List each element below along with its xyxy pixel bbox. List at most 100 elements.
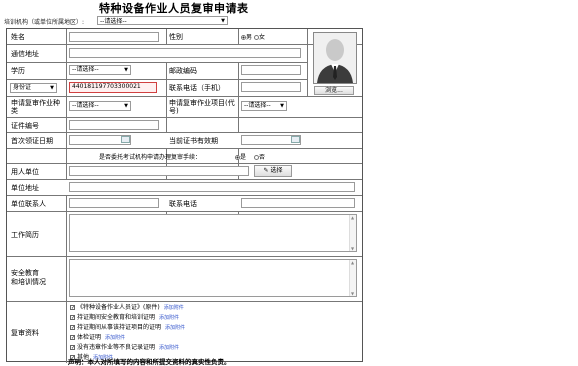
cert-no-label: 证件编号	[11, 122, 39, 130]
photo-placeholder	[313, 32, 357, 84]
education-select[interactable]: --请选择-- ▼	[69, 65, 131, 75]
material-item-5: ✓ 没有违章作业等不良记录证明 添加附件	[70, 343, 185, 353]
employer-input[interactable]	[69, 166, 249, 176]
review-item-label: 申请复审作业项目(代号)	[169, 99, 235, 115]
application-form: 姓名 性别 男 女 通信地址 学历 --请选择-- ▼ 邮政编码 身份证 ▼ 440…	[6, 28, 363, 366]
col-divider	[66, 148, 67, 179]
material-checkbox[interactable]: ✓	[70, 315, 75, 321]
chevron-down-icon: ▼	[280, 103, 284, 109]
row-divider	[7, 211, 362, 212]
work-history-textarea[interactable]	[69, 214, 357, 252]
chevron-down-icon: ▼	[124, 67, 128, 73]
row-divider	[7, 44, 362, 45]
browse-button[interactable]: 浏览...	[314, 86, 354, 95]
gender-radio-group: 男 女	[241, 32, 265, 41]
org-select-value: --请选择--	[100, 18, 127, 25]
entrust-question: 是否委托考试机构申请办理复审手续：	[99, 154, 202, 161]
row-divider	[7, 96, 362, 97]
material-item-4: ✓ 体检证明 添加附件	[70, 333, 185, 343]
row-divider	[7, 301, 362, 302]
calendar-icon[interactable]	[121, 136, 130, 143]
add-attachment-link[interactable]: 添加附件	[165, 325, 185, 331]
id-type-select[interactable]: 身份证 ▼	[10, 83, 57, 93]
add-attachment-link[interactable]: 添加附件	[105, 335, 125, 341]
review-type-value: --请选择--	[72, 102, 99, 109]
phone-label: 联系电话（手机）	[169, 84, 225, 92]
col-divider	[307, 29, 308, 96]
row-divider	[7, 132, 362, 133]
row-divider	[7, 179, 362, 180]
chevron-down-icon: ▼	[124, 103, 128, 109]
material-item-1: ✓ 《特种设备作业人员证》(原件) 添加附件	[70, 303, 185, 313]
edit-icon: ✎	[263, 167, 269, 174]
org-label: 培训机构（或单位所属地区）:	[4, 19, 85, 26]
material-item-2: ✓ 持证期间安全教育和培训证明 添加附件	[70, 313, 185, 323]
material-label: 《特种设备作业人员证》(原件)	[77, 304, 160, 311]
employer-label: 用人单位	[11, 168, 39, 176]
material-checkbox[interactable]: ✓	[70, 335, 75, 341]
safety-textarea[interactable]	[69, 259, 357, 297]
material-item-3: ✓ 持证期间从事该持证项目的证明 添加附件	[70, 323, 185, 333]
col-divider	[66, 195, 67, 363]
org-select[interactable]: --请选择-- ▼	[97, 16, 228, 25]
review-item-select[interactable]: --请选择-- ▼	[241, 101, 287, 111]
first-issue-label: 首次领证日期	[11, 137, 53, 145]
id-number-input[interactable]: 440181197703300021	[69, 82, 157, 93]
col-divider	[66, 29, 67, 148]
postal-label: 邮政编码	[169, 67, 197, 75]
scrollbar[interactable]	[349, 260, 356, 296]
col-divider	[238, 29, 239, 44]
row-divider	[7, 195, 362, 196]
declaration-text: 声明：本人对所填写的内容和所提交资料的真实性负责。	[68, 358, 231, 366]
material-label: 没有违章作业等不良记录证明	[77, 344, 156, 351]
phone-input[interactable]	[241, 82, 301, 92]
material-label: 持证期间从事该持证项目的证明	[77, 324, 162, 331]
scrollbar[interactable]	[349, 215, 356, 251]
col-divider	[166, 29, 167, 44]
materials-list: ✓ 《特种设备作业人员证》(原件) 添加附件 ✓ 持证期间安全教育和培训证明 添加附件 …	[70, 303, 185, 363]
postal-input[interactable]	[241, 65, 301, 75]
col-divider	[238, 62, 239, 132]
materials-label: 复审资料	[11, 329, 39, 337]
safety-label-line2: 和培训情况	[11, 278, 46, 286]
review-type-select[interactable]: --请选择-- ▼	[69, 101, 131, 111]
col-divider	[166, 62, 167, 132]
employer-address-label: 单位地址	[11, 184, 39, 192]
row-divider	[7, 256, 362, 257]
gender-male-label: 男	[246, 34, 253, 41]
work-history-label: 工作简历	[11, 231, 39, 239]
entrust-radio-group: 是 否	[235, 152, 265, 161]
calendar-icon[interactable]	[291, 136, 300, 143]
material-label: 体检证明	[77, 334, 102, 341]
address-input[interactable]	[69, 48, 301, 58]
add-attachment-link[interactable]: 添加附件	[159, 315, 179, 321]
cert-no-input[interactable]	[69, 120, 159, 130]
entrust-no-label: 否	[258, 154, 265, 161]
material-checkbox[interactable]: ✓	[70, 325, 75, 331]
id-type-value: 身份证	[13, 84, 32, 91]
employer-address-input[interactable]	[69, 182, 355, 192]
name-input[interactable]	[69, 32, 159, 42]
material-checkbox[interactable]: ✓	[70, 345, 75, 351]
employer-contact-label: 单位联系人	[11, 200, 46, 208]
page-title: 特种设备作业人员复审申请表	[99, 2, 249, 15]
contact-phone-label: 联系电话	[169, 200, 197, 208]
name-label: 姓名	[11, 33, 25, 41]
chevron-down-icon: ▼	[50, 85, 54, 91]
gender-label: 性别	[169, 33, 183, 41]
select-employer-label: 选择	[270, 167, 283, 174]
valid-label: 当前证书有效期	[169, 137, 218, 145]
id-number-value: 440181197703300021	[72, 83, 141, 90]
add-attachment-link[interactable]: 添加附件	[164, 305, 184, 311]
gender-female-label: 女	[258, 34, 265, 41]
row-divider	[7, 163, 362, 164]
education-value: --请选择--	[72, 66, 99, 73]
select-employer-button[interactable]: ✎ 选择	[254, 165, 292, 177]
review-item-value: --请选择--	[244, 102, 271, 109]
contact-phone-input[interactable]	[241, 198, 355, 208]
add-attachment-link[interactable]: 添加附件	[159, 345, 179, 351]
avatar-icon	[314, 33, 356, 83]
material-checkbox[interactable]: ✓	[70, 305, 75, 311]
row-divider	[7, 117, 362, 118]
employer-contact-input[interactable]	[69, 198, 159, 208]
